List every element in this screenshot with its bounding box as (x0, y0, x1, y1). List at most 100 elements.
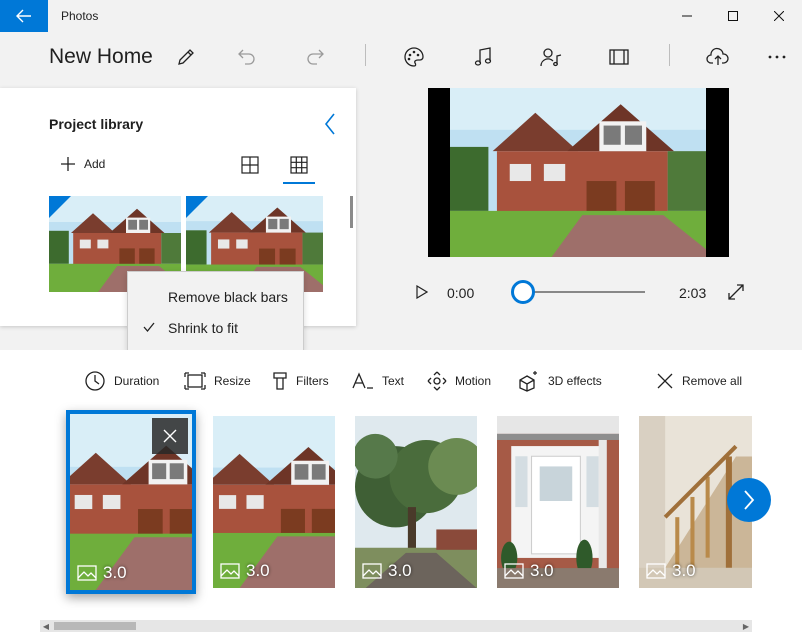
undo-icon (238, 49, 255, 65)
expand-icon (728, 284, 744, 300)
chevron-left-icon (324, 113, 335, 135)
storyboard-clip[interactable]: 3.0 (213, 416, 335, 588)
tool-label: Resize (214, 374, 251, 388)
clip-duration: 3.0 (220, 561, 270, 581)
resize-icon (184, 372, 206, 390)
current-time: 0:00 (447, 285, 475, 301)
redo-icon (307, 49, 324, 65)
fullscreen-button[interactable] (726, 282, 746, 302)
duration-value: 3.0 (530, 561, 554, 580)
music-icon (474, 47, 492, 66)
clip-duration: 3.0 (362, 561, 412, 581)
editor-toolbar: New Home (0, 32, 802, 84)
photo-icon (504, 563, 524, 579)
menu-item-label: Remove black bars (168, 289, 288, 305)
clip-duration: 3.0 (646, 561, 696, 581)
3d-effects-button[interactable]: 3D effects (518, 370, 602, 392)
video-preview[interactable] (428, 88, 729, 257)
close-icon (774, 11, 784, 21)
resize-button[interactable]: Resize (184, 370, 251, 392)
palette-icon (404, 47, 424, 67)
custom-audio-button[interactable] (535, 42, 567, 72)
small-view-button[interactable] (284, 150, 314, 180)
close-icon (163, 429, 177, 443)
close-icon (657, 373, 673, 389)
back-arrow-icon (16, 9, 31, 23)
small-grid-icon (290, 156, 308, 174)
storyboard-clip[interactable]: 3.0 (66, 410, 196, 594)
duration-button[interactable]: Duration (84, 370, 159, 392)
motion-button[interactable]: Motion (427, 370, 491, 392)
clip-duration: 3.0 (77, 563, 127, 583)
project-title[interactable]: New Home (49, 45, 153, 69)
active-view-indicator (283, 182, 315, 184)
photo-icon (646, 563, 666, 579)
large-grid-icon (241, 156, 259, 174)
menu-item-remove-black-bars[interactable]: Remove black bars (128, 281, 303, 313)
app-title: Photos (61, 9, 99, 23)
storyboard-clip[interactable]: 3.0 (355, 416, 477, 588)
large-view-button[interactable] (235, 150, 265, 180)
filters-button[interactable]: Filters (272, 370, 329, 392)
tool-label: 3D effects (548, 374, 602, 388)
maximize-button[interactable] (710, 0, 756, 32)
library-scrollbar[interactable] (350, 196, 353, 228)
play-icon (416, 285, 428, 299)
scroll-right-button[interactable] (727, 478, 771, 522)
scroll-right-arrow-icon[interactable]: ▶ (740, 620, 752, 632)
duration-value: 3.0 (388, 561, 412, 580)
scroll-left-arrow-icon[interactable]: ◀ (40, 620, 52, 632)
in-project-indicator (49, 196, 71, 218)
minimize-button[interactable] (664, 0, 710, 32)
seek-bar[interactable] (522, 291, 645, 293)
remove-all-button[interactable]: Remove all (656, 370, 742, 392)
3d-effects-icon (519, 371, 537, 392)
cloud-upload-icon (706, 47, 729, 65)
filter-icon (273, 372, 287, 390)
scrollbar-thumb[interactable] (54, 622, 136, 630)
tool-label: Motion (455, 374, 492, 388)
photo-icon (77, 565, 97, 581)
text-button[interactable]: Text (352, 370, 404, 392)
remove-all-label: Remove all (682, 374, 743, 388)
more-options-button[interactable] (761, 42, 793, 72)
photo-icon (220, 563, 240, 579)
tool-label: Text (382, 374, 405, 388)
aspect-ratio-button[interactable] (603, 42, 635, 72)
redo-button[interactable] (299, 42, 331, 72)
seek-thumb[interactable] (511, 280, 535, 304)
storyboard-clip[interactable]: 3.0 (497, 416, 619, 588)
toolbar-separator (365, 44, 366, 66)
close-button[interactable] (756, 0, 802, 32)
undo-button[interactable] (231, 42, 263, 72)
themes-button[interactable] (398, 42, 430, 72)
add-media-button[interactable]: Add (60, 154, 105, 174)
duration-value: 3.0 (246, 561, 270, 580)
library-title: Project library (49, 116, 144, 132)
custom-audio-icon (540, 48, 562, 67)
menu-item-shrink-to-fit[interactable]: Shrink to fit (128, 312, 303, 344)
title-bar: Photos (0, 0, 802, 32)
back-button[interactable] (0, 0, 48, 32)
maximize-icon (728, 11, 738, 21)
storyboard-panel: Duration Resize Filters Text Motion 3D e… (0, 350, 802, 633)
background-music-button[interactable] (467, 42, 499, 72)
play-button[interactable] (412, 282, 432, 302)
photo-icon (362, 563, 382, 579)
plus-icon (61, 157, 75, 171)
collapse-library-button[interactable] (320, 112, 340, 136)
total-time: 2:03 (679, 285, 707, 301)
tool-label: Duration (114, 374, 160, 388)
duration-value: 3.0 (103, 563, 127, 582)
remove-clip-button[interactable] (152, 418, 188, 454)
aspect-ratio-icon (609, 49, 629, 65)
aspect-context-menu: Remove black bars Shrink to fit (127, 271, 304, 352)
rename-button[interactable] (170, 42, 202, 72)
storyboard-scrollbar[interactable]: ◀ ▶ (40, 620, 752, 632)
menu-item-label: Shrink to fit (168, 320, 239, 336)
pencil-icon (178, 49, 194, 65)
duration-value: 3.0 (672, 561, 696, 580)
finish-video-button[interactable] (702, 42, 734, 72)
more-icon (768, 55, 786, 59)
add-label: Add (84, 157, 106, 171)
